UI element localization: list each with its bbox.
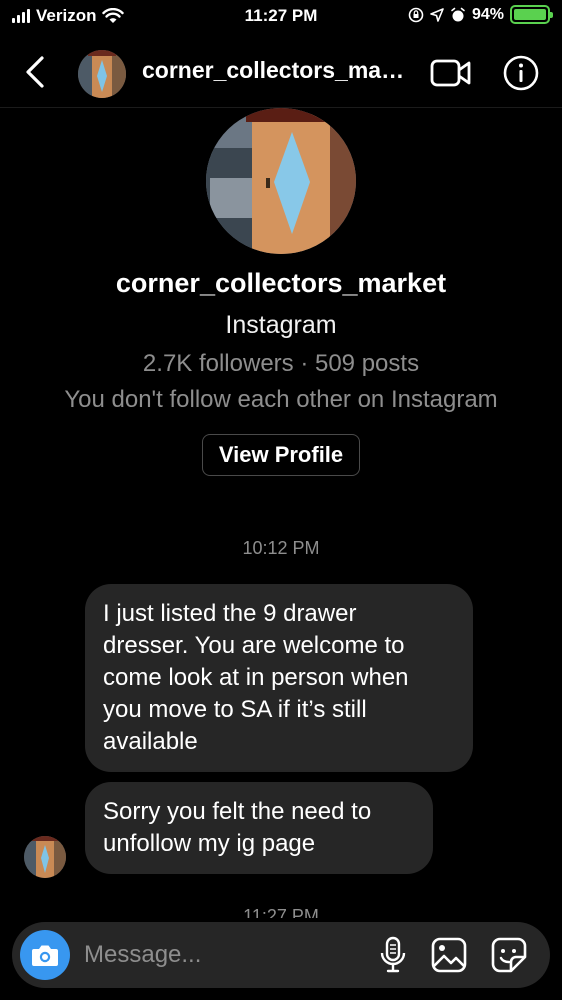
battery-icon [510,5,553,24]
storefront-door-photo-icon [206,108,356,254]
voice-message-button[interactable] [378,936,408,974]
info-icon [503,55,539,91]
message-bubble[interactable]: Sorry you felt the need to unfollow my i… [85,782,433,874]
gallery-button[interactable] [430,936,468,974]
back-button[interactable] [18,52,52,92]
door-photo-icon [78,50,126,98]
profile-platform: Instagram [225,311,337,339]
info-button[interactable] [502,54,540,92]
rotation-lock-icon [408,7,424,22]
message-line: come look at in person when [103,664,409,691]
message-line: dresser. You are welcome to [103,632,405,659]
alarm-icon [451,7,465,21]
message-line: Sorry you felt the need to [103,798,372,825]
battery-percent: 94% [471,5,504,23]
message-line: I just listed the 9 drawer [103,600,357,627]
profile-picture[interactable] [206,108,356,254]
message-input[interactable] [84,932,364,978]
message-timestamp: 10:12 PM [242,538,320,558]
message-bubble[interactable]: I just listed the 9 drawer dresser. You … [85,584,473,772]
location-icon [430,7,444,22]
profile-username: corner_collectors_market [115,268,447,298]
door-photo-icon [24,836,66,878]
status-right-group: 94% [408,5,553,24]
video-call-button[interactable] [430,56,472,90]
profile-stats: 2.7K followers · 509 posts [142,350,420,377]
message-line: unfollow my ig page [103,830,316,857]
header-username[interactable]: corner_collectors_market [142,57,412,84]
camera-icon [32,945,58,966]
back-chevron-icon [26,56,44,88]
view-profile-button[interactable]: View Profile [202,434,360,476]
sender-avatar[interactable] [24,836,66,878]
message-line: you move to SA if it’s still [103,696,367,723]
chat-header: corner_collectors_market [0,38,562,108]
sticker-button[interactable] [490,936,528,974]
message-line: available [103,728,198,755]
microphone-icon [380,936,406,973]
status-bar: Verizon 11:27 PM 94% [0,0,562,34]
camera-button[interactable] [20,930,70,980]
header-avatar[interactable] [78,50,126,98]
follow-status: You don't follow each other on Instagram [64,386,498,413]
sticker-icon [491,937,527,973]
message-composer [12,922,550,988]
gallery-icon [431,937,467,973]
video-call-icon [430,59,471,87]
